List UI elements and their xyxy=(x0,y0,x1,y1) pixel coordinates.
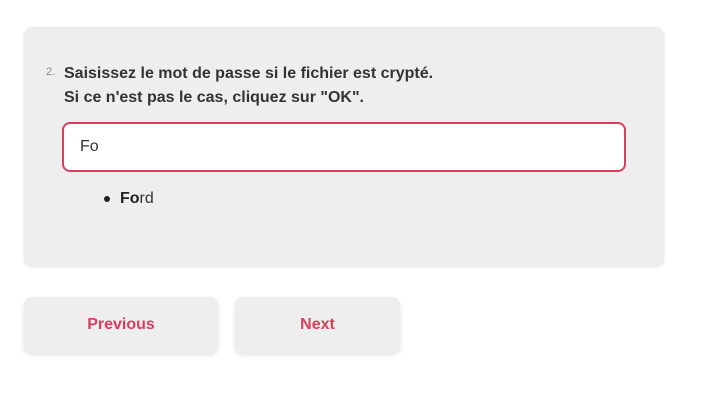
previous-button[interactable]: Previous xyxy=(24,297,218,353)
suggestion-match-text: Fo xyxy=(120,190,140,207)
question-title-line-1: Saisissez le mot de passe si le fichier … xyxy=(64,65,434,82)
password-input[interactable] xyxy=(62,122,626,172)
question-title-line-2: Si ce n'est pas le cas, cliquez sur "OK"… xyxy=(64,89,364,106)
question-number: 2. xyxy=(46,66,56,78)
suggestion-rest-text: rd xyxy=(139,190,154,207)
suggestion-list: Fo rd xyxy=(104,187,154,211)
question-card: 2. Saisissez le mot de passe si le fichi… xyxy=(24,27,664,266)
bullet-icon xyxy=(104,196,110,202)
suggestion-item[interactable]: Fo rd xyxy=(104,187,154,211)
question-title: Saisissez le mot de passe si le fichier … xyxy=(64,62,433,110)
next-button[interactable]: Next xyxy=(235,297,400,353)
